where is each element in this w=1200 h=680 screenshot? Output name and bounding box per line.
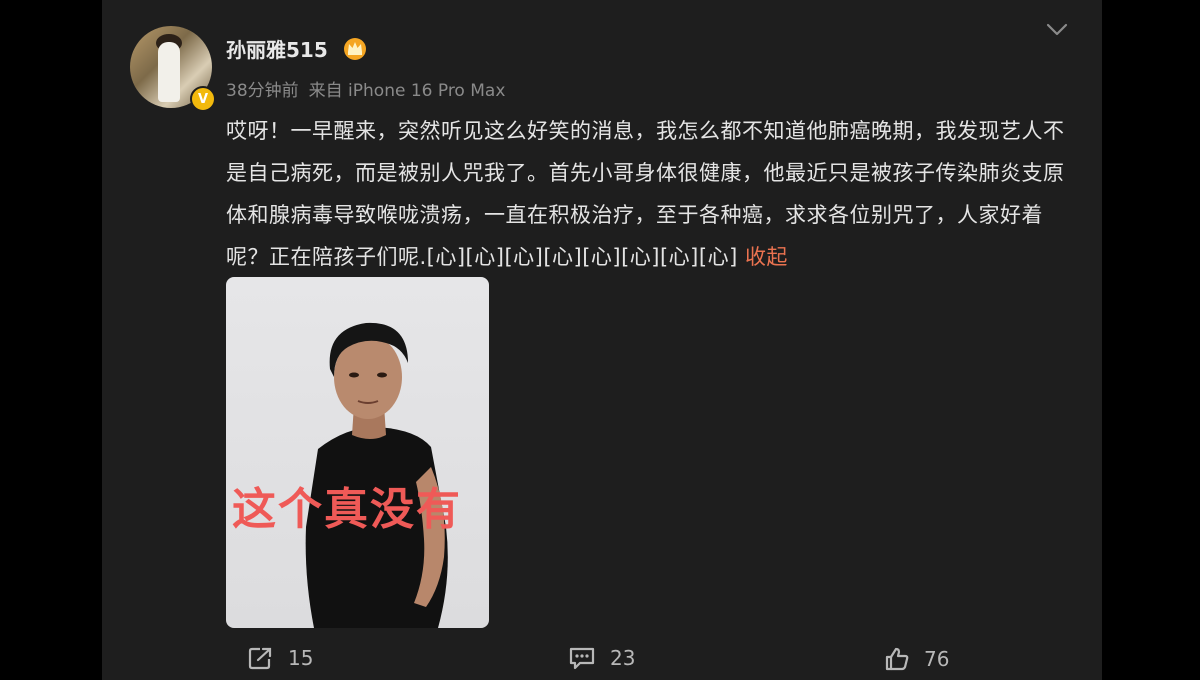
comment-count: 23 [610, 646, 636, 670]
person-photo [305, 322, 448, 628]
image-caption: 这个真没有 [232, 484, 462, 535]
post-image[interactable]: 这个真没有 [226, 277, 489, 628]
avatar-figure [158, 42, 180, 102]
username[interactable]: 孙丽雅515 [226, 34, 328, 63]
comment-button[interactable]: 23 [568, 646, 635, 670]
collapse-link[interactable]: 收起 [745, 245, 788, 269]
comment-icon [569, 647, 595, 670]
like-count: 76 [924, 647, 950, 671]
post-text: 哎呀！一早醒来，突然听见这么好笑的消息，我怎么都不知道他肺癌晚期，我发现艺人不是… [226, 110, 1076, 278]
crown-icon [344, 38, 366, 60]
share-count: 15 [288, 646, 314, 670]
post-time[interactable]: 38分钟前 [226, 81, 299, 101]
post-card: V 孙丽雅515 38分钟前 来自 iPhone 16 Pro Max 哎呀！一早… [102, 0, 1102, 680]
post-source: 来自 iPhone 16 Pro Max [308, 81, 506, 101]
like-button[interactable]: 76 [884, 646, 949, 672]
verified-badge-icon: V [190, 86, 216, 112]
share-icon [248, 647, 272, 670]
thumbs-up-icon [885, 647, 909, 671]
post-meta: 38分钟前 来自 iPhone 16 Pro Max [226, 76, 515, 101]
share-button[interactable]: 15 [248, 646, 313, 670]
chevron-down-icon[interactable] [1046, 22, 1068, 38]
post-body: 哎呀！一早醒来，突然听见这么好笑的消息，我怎么都不知道他肺癌晚期，我发现艺人不是… [226, 119, 1065, 269]
action-bar: 15 23 76 [102, 640, 1102, 680]
